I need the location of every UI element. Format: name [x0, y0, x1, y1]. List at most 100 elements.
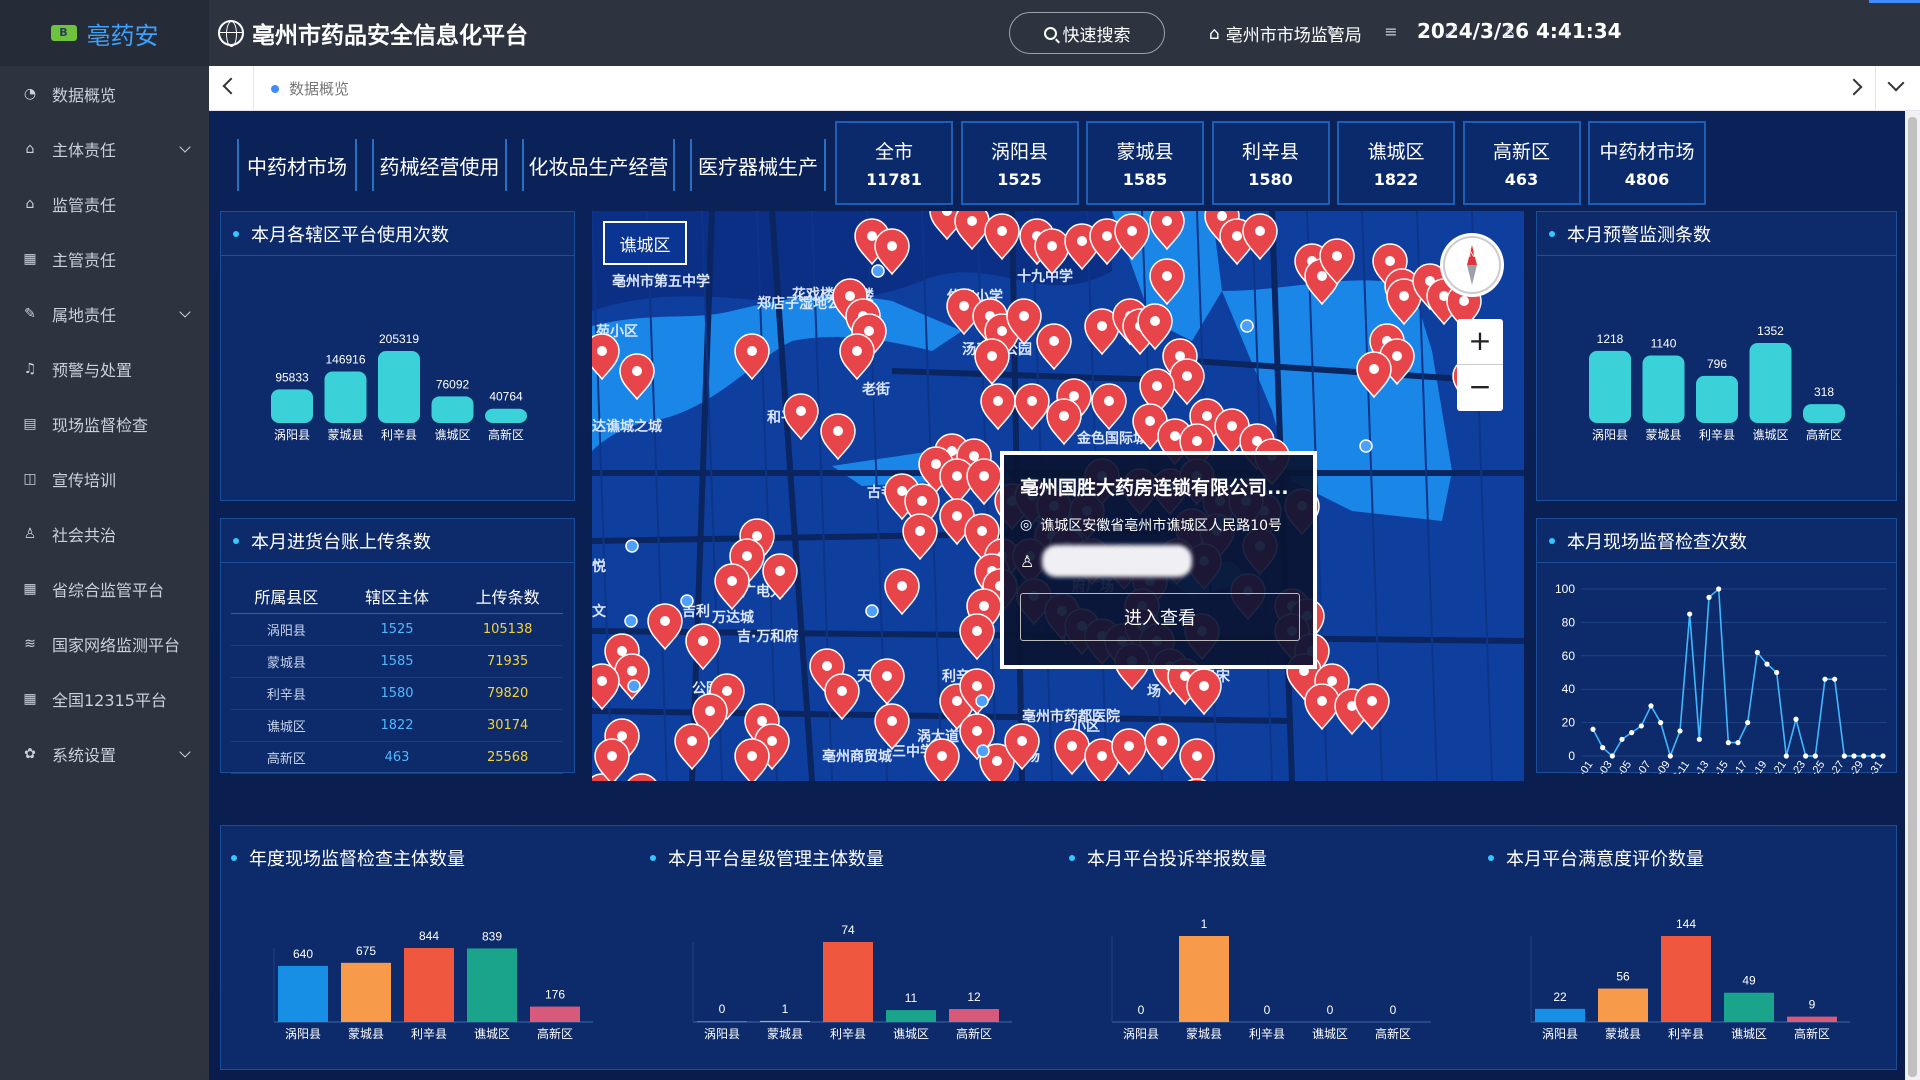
poi-icon[interactable]	[976, 744, 990, 758]
category-tab[interactable]: 中药材市场	[237, 139, 357, 191]
bar[interactable]	[1787, 1016, 1837, 1022]
table-row[interactable]: 谯城区 1822 30174	[231, 709, 563, 742]
scrollbar[interactable]	[1905, 111, 1920, 1080]
bar[interactable]	[378, 351, 420, 423]
bar[interactable]	[485, 408, 527, 423]
sidebar-item[interactable]: ✿ 系统设置	[0, 726, 209, 781]
bar[interactable]	[467, 948, 517, 1022]
data-point[interactable]	[1880, 753, 1886, 759]
sidebar-item[interactable]: ▦ 省综合监管平台	[0, 561, 209, 616]
zoom-out-button[interactable]: −	[1457, 365, 1503, 411]
bar[interactable]	[530, 1006, 580, 1022]
sidebar-item[interactable]: ▦ 全国12315平台	[0, 671, 209, 726]
table-row[interactable]: 蒙城县 1585 71935	[231, 645, 563, 678]
data-point[interactable]	[1793, 716, 1799, 722]
data-point[interactable]	[1609, 753, 1615, 759]
sidebar-item[interactable]: ◔ 数据概览	[0, 66, 209, 121]
sidebar-item[interactable]: ▦ 主管责任	[0, 231, 209, 286]
data-point[interactable]	[1735, 740, 1741, 746]
zoom-in-button[interactable]: +	[1457, 319, 1503, 365]
data-point[interactable]	[1774, 669, 1780, 676]
bar[interactable]	[1803, 404, 1845, 423]
data-point[interactable]	[1590, 726, 1596, 732]
poi-icon[interactable]	[975, 694, 989, 708]
bar[interactable]	[1589, 350, 1631, 423]
region-count-card[interactable]: 涡阳县 1525	[960, 121, 1079, 205]
bar[interactable]	[1598, 988, 1648, 1022]
region-count-card[interactable]: 高新区 463	[1462, 121, 1581, 205]
fullscreen-icon[interactable]: ⤢	[1441, 22, 1461, 42]
bar[interactable]	[404, 948, 454, 1022]
bar[interactable]	[697, 1021, 747, 1022]
data-point[interactable]	[1822, 676, 1828, 682]
poi-icon[interactable]	[865, 604, 879, 618]
sidebar-item[interactable]: ≋ 国家网络监测平台	[0, 616, 209, 671]
data-point[interactable]	[1687, 611, 1693, 617]
region-count-card[interactable]: 全市 11781	[835, 121, 953, 205]
poi-icon[interactable]	[627, 679, 641, 693]
poi-icon[interactable]	[625, 539, 639, 553]
data-point[interactable]	[1667, 753, 1673, 759]
bar[interactable]	[324, 371, 367, 423]
region-count-card[interactable]: 中药材市场 4806	[1588, 121, 1706, 205]
chevron-left-icon[interactable]	[222, 77, 240, 95]
poi-icon[interactable]	[1240, 319, 1254, 333]
data-point[interactable]	[1861, 753, 1867, 759]
data-point[interactable]	[1648, 703, 1654, 709]
bar[interactable]	[949, 1009, 999, 1022]
data-point[interactable]	[1764, 661, 1770, 667]
data-point[interactable]	[1696, 736, 1702, 742]
logo[interactable]: B 亳药安	[0, 0, 209, 66]
sidebar-item[interactable]: ✎ 属地责任	[0, 286, 209, 341]
bar[interactable]	[1749, 343, 1792, 423]
data-point[interactable]	[1600, 745, 1606, 751]
data-point[interactable]	[1832, 676, 1838, 682]
data-point[interactable]	[1638, 723, 1644, 729]
menu-icon[interactable]: ≡	[1381, 22, 1401, 42]
category-tab[interactable]: 医疗器械生产	[690, 139, 826, 191]
bar[interactable]	[1724, 992, 1774, 1022]
data-point[interactable]	[1841, 753, 1847, 759]
bar[interactable]	[823, 942, 873, 1022]
tab-overview[interactable]: 数据概览	[271, 66, 349, 111]
bar[interactable]	[886, 1010, 936, 1022]
data-point[interactable]	[1706, 594, 1712, 600]
bar[interactable]	[431, 396, 474, 423]
quick-search-button[interactable]: 快速搜索	[1009, 12, 1165, 54]
view-detail-button[interactable]: 进入查看	[1020, 593, 1300, 641]
category-tab[interactable]: 药械经营使用	[372, 139, 507, 191]
bar[interactable]	[760, 1020, 810, 1022]
refresh-icon[interactable]: ↻	[1323, 22, 1343, 42]
poi-icon[interactable]	[1359, 439, 1373, 453]
compass-icon[interactable]: N	[1440, 233, 1504, 297]
data-point[interactable]	[1677, 728, 1683, 734]
data-point[interactable]	[1851, 753, 1857, 759]
sidebar-item[interactable]: ⌂ 主体责任	[0, 121, 209, 176]
data-point[interactable]	[1812, 753, 1818, 759]
data-point[interactable]	[1754, 649, 1760, 656]
bar[interactable]	[1642, 355, 1685, 423]
more-icon[interactable]: ⋮	[1558, 22, 1578, 42]
user-icon[interactable]: ♙	[1499, 22, 1519, 42]
region-count-card[interactable]: 利辛县 1580	[1211, 121, 1330, 205]
sidebar-item[interactable]: ▤ 现场监督检查	[0, 396, 209, 451]
table-row[interactable]: 利辛县 1580 79820	[231, 677, 563, 710]
sidebar-item[interactable]: ⌂ 监管责任	[0, 176, 209, 231]
region-count-card[interactable]: 谯城区 1822	[1337, 121, 1455, 205]
bar[interactable]	[278, 965, 328, 1022]
poi-icon[interactable]	[871, 264, 885, 278]
chevron-down-icon[interactable]	[1887, 74, 1905, 92]
data-point[interactable]	[1745, 720, 1751, 726]
data-point[interactable]	[1716, 586, 1722, 592]
scrollbar-thumb[interactable]	[1908, 117, 1917, 1077]
table-row[interactable]: 涡阳县 1525 105138	[231, 613, 563, 646]
map-region-label[interactable]: 谯城区	[603, 221, 687, 265]
data-point[interactable]	[1803, 753, 1809, 759]
sidebar-item[interactable]: ♫ 预警与处置	[0, 341, 209, 396]
poi-icon[interactable]	[624, 614, 638, 628]
table-row[interactable]: 高新区 463 25568	[231, 741, 563, 774]
bar[interactable]	[1696, 375, 1738, 423]
bar[interactable]	[341, 962, 391, 1022]
sidebar-item[interactable]: ◫ 宣传培训	[0, 451, 209, 506]
poi-icon[interactable]	[680, 594, 694, 608]
